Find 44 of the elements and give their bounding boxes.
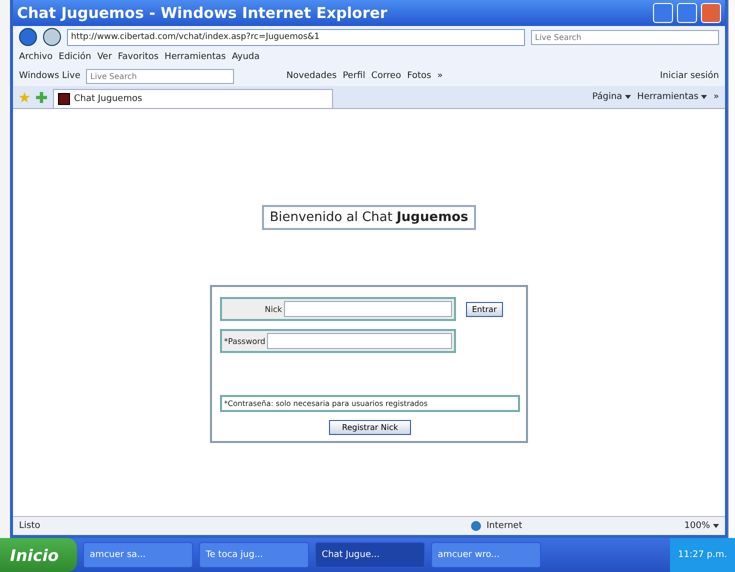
sign-in-link[interactable]: Iniciar sesión [660,71,719,81]
zone-text: Internet [486,521,522,531]
menu-item[interactable]: Archivo [19,52,53,62]
clock: 11:27 p.m. [670,538,735,572]
menu-item[interactable]: Ver [97,52,112,62]
browser-tab[interactable]: Chat Juguemos [53,89,333,108]
taskbar-button[interactable]: Chat Jugue... [314,542,425,568]
taskbar-button[interactable]: amcuer sa... [82,542,193,568]
search-field[interactable]: Live Search [86,68,234,84]
more-button[interactable]: » [713,92,719,102]
address-field[interactable]: http://www.cibertad.com/vchat/index.asp?rc=Juguemos&1 [67,28,525,46]
enter-button[interactable]: Entrar [466,302,503,316]
maximize-button[interactable] [677,3,697,23]
menu-item[interactable]: Ayuda [232,52,260,62]
menu-item[interactable]: Favoritos [118,52,159,62]
register-button[interactable]: Registrar Nick [329,420,411,435]
star-icon[interactable] [19,92,30,102]
caret-icon[interactable] [701,95,708,99]
welcome-banner: Bienvenido al Chat Juguemos [262,205,476,230]
more-button[interactable]: » [437,71,443,81]
toolbar-link[interactable]: Novedades [286,71,337,81]
taskbar-button[interactable]: amcuer wro... [430,542,541,568]
globe-icon [470,521,481,531]
windows-live-button[interactable]: Windows Live [19,71,80,81]
toolbar-link[interactable]: Perfil [342,71,366,81]
caret-icon[interactable] [625,95,632,99]
caret-icon[interactable] [713,524,719,528]
close-button[interactable] [701,3,721,23]
status-text: Listo [19,521,40,531]
search-field[interactable]: Live Search [531,30,719,44]
password-field[interactable]: *Password [220,329,456,353]
toolbar-link[interactable]: Correo [371,71,402,81]
taskbar-button[interactable]: Te toca jug... [198,542,309,568]
toolbar-link[interactable]: Fotos [407,71,432,81]
zoom-button[interactable]: 100% [684,521,710,531]
menu-item[interactable]: Herramientas [164,52,226,62]
minimize-button[interactable] [653,3,673,23]
back-button[interactable] [19,28,37,46]
menu-item[interactable]: Edición [58,52,92,62]
command-menu[interactable]: Herramientas [637,92,698,102]
command-menu[interactable]: Página [592,92,622,102]
nick-field[interactable]: Nick [220,297,456,321]
window-title: Chat Juguemos - Windows Internet Explorer [17,4,388,22]
forward-button[interactable] [43,28,61,46]
